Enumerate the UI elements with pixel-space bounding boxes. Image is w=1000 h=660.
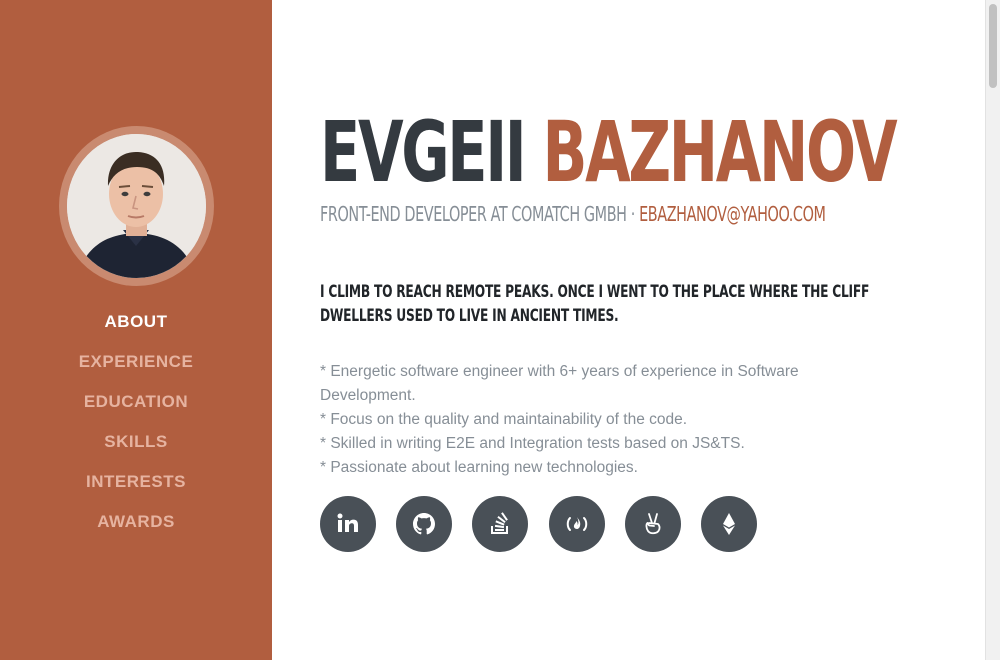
nav-item-skills[interactable]: SKILLS <box>0 428 272 468</box>
nav-item-education[interactable]: EDUCATION <box>0 388 272 428</box>
nav-item-interests[interactable]: INTERESTS <box>0 468 272 508</box>
subheading-separator: · <box>626 202 640 226</box>
angellist-button[interactable] <box>625 496 681 552</box>
first-name: EVGEII <box>320 103 527 201</box>
nav-item-awards[interactable]: AWARDS <box>0 508 272 548</box>
bullet-item: * Energetic software engineer with 6+ ye… <box>320 363 799 404</box>
last-name: BAZHANOV <box>542 103 898 201</box>
sidebar: ABOUT EXPERIENCE EDUCATION SKILLS INTERE… <box>0 0 272 660</box>
nav-item-about[interactable]: ABOUT <box>0 308 272 348</box>
lead-text: I CLIMB TO REACH REMOTE PEAKS. ONCE I WE… <box>320 282 870 326</box>
ethereum-icon <box>723 513 735 535</box>
about-section: EVGEII BAZHANOV FRONT-END DEVELOPER AT C… <box>272 0 986 660</box>
angellist-icon <box>645 513 661 535</box>
bullet-item: * Passionate about learning new technolo… <box>320 459 638 476</box>
linkedin-button[interactable] <box>320 496 376 552</box>
profile-photo <box>67 134 206 278</box>
email-link[interactable]: EBAZHANOV@YAHOO.COM <box>639 202 826 226</box>
nav-item-experience[interactable]: EXPERIENCE <box>0 348 272 388</box>
about-bullets: * Energetic software engineer with 6+ ye… <box>320 360 880 480</box>
subheading: FRONT-END DEVELOPER AT COMATCH GMBH · EB… <box>320 200 826 228</box>
ethereum-button[interactable] <box>701 496 757 552</box>
sidebar-nav: ABOUT EXPERIENCE EDUCATION SKILLS INTERE… <box>0 308 272 548</box>
bullet-item: * Skilled in writing E2E and Integration… <box>320 435 745 452</box>
job-position: FRONT-END DEVELOPER AT COMATCH GMBH <box>320 202 627 226</box>
stackoverflow-button[interactable] <box>472 496 528 552</box>
scrollbar-thumb[interactable] <box>989 4 997 88</box>
stackoverflow-icon <box>491 512 508 534</box>
freecodecamp-button[interactable] <box>549 496 605 552</box>
avatar <box>67 134 206 278</box>
scrollbar[interactable] <box>985 0 1000 660</box>
github-button[interactable] <box>396 496 452 552</box>
freecodecamp-icon <box>566 517 588 531</box>
page-title: EVGEII BAZHANOV <box>320 103 898 201</box>
linkedin-icon <box>337 513 358 532</box>
avatar-frame <box>59 126 214 286</box>
bullet-item: * Focus on the quality and maintainabili… <box>320 411 688 428</box>
github-icon <box>413 513 435 535</box>
